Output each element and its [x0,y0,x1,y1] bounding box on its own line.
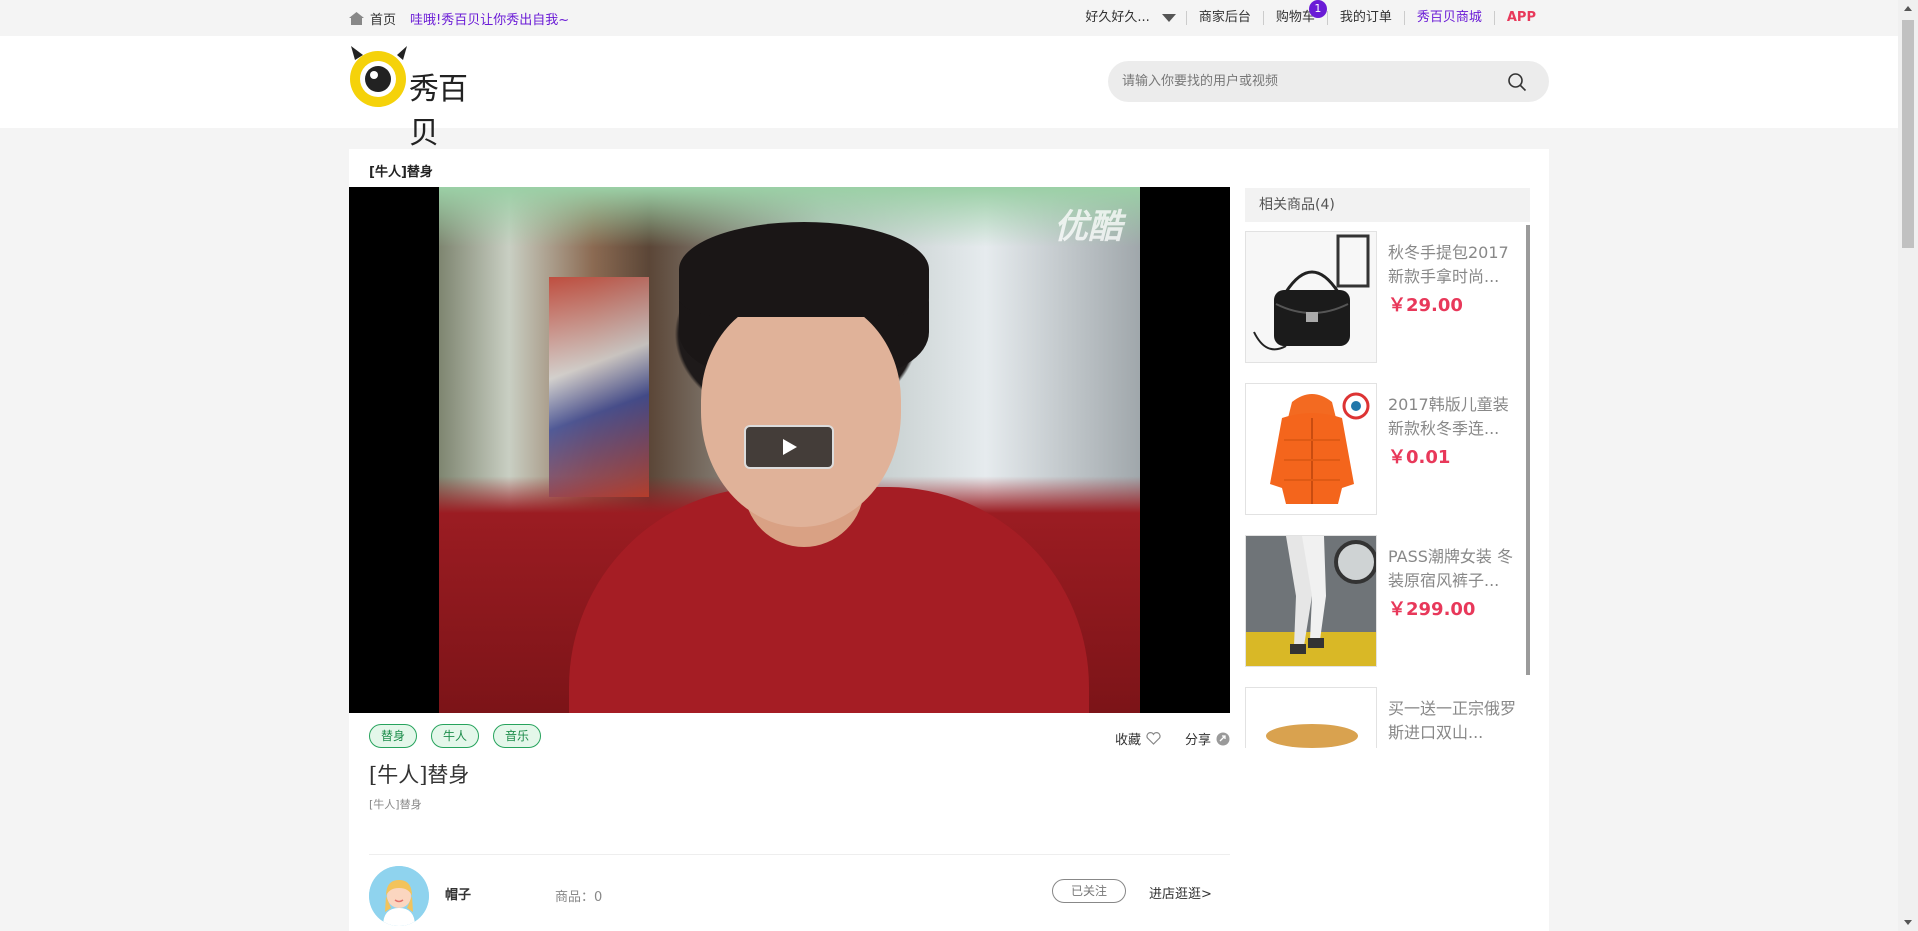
author-name[interactable]: 帽子 [445,884,471,903]
product-name: 买一送一正宗俄罗斯进口双山... [1388,699,1517,742]
related-products-scrollbar[interactable] [1526,225,1530,675]
user-name: 好久好久... [1085,10,1150,25]
cart-link[interactable]: 购物车 1 [1262,0,1327,25]
tag-item[interactable]: 牛人 [431,724,480,748]
video-watermark: 优酷 [1054,207,1122,247]
site-logo[interactable]: 秀百贝 [349,46,489,151]
favorite-label: 收藏 [1114,733,1141,748]
product-item[interactable]: 买一送一正宗俄罗斯进口双山... [1245,687,1525,748]
video-description: [牛人]替身 [369,798,422,811]
scroll-up-icon[interactable] [1904,6,1912,11]
site-header: 秀百贝 [0,36,1898,151]
top-bar: 首页 哇哦!秀百贝让你秀出自我~ 好久好久... 商家后台 购物车 1 我的订单… [0,0,1898,36]
top-bar-inner: 首页 哇哦!秀百贝让你秀出自我~ 好久好久... 商家后台 购物车 1 我的订单… [349,0,1548,36]
product-item[interactable]: PASS潮牌女装 冬装原宿风裤子... ￥299.00 [1245,535,1525,667]
follow-button[interactable]: 已关注 [1052,879,1126,903]
page-scrollbar[interactable] [1898,0,1918,931]
product-price: ￥299.00 [1388,599,1476,620]
product-price: ￥29.00 [1388,295,1463,316]
top-bar-left: 首页 哇哦!秀百贝让你秀出自我~ [349,0,569,36]
home-icon[interactable] [349,11,364,25]
product-thumbnail[interactable] [1245,535,1377,667]
mall-link[interactable]: 秀百贝商城 [1403,11,1494,25]
slogan-text: 哇哦!秀百贝让你秀出自我~ [410,12,570,28]
product-thumbnail[interactable] [1245,687,1377,748]
orange-jacket-image [1246,384,1376,514]
author-bar: 帽子 商品：0 已关注 进店逛逛> [369,866,1230,930]
video-detail-card: [牛人]替身 优酷 替身 牛人 音乐 收藏 分享 [牛人]替身 [牛人]替身 帽… [349,149,1549,931]
product-name: 2017韩版儿童装新款秋冬季连... [1388,395,1509,438]
favorite-button[interactable]: 收藏 [1115,729,1161,748]
related-products-list[interactable]: 秋冬手提包2017新款手拿时尚... ￥29.00 2017韩版儿童装新款秋冬季… [1245,222,1530,748]
product-item[interactable]: 秋冬手提包2017新款手拿时尚... ￥29.00 [1245,231,1525,363]
product-thumbnail[interactable] [1245,231,1377,363]
logo-text: 秀百贝 [409,72,468,151]
share-button[interactable]: 分享 [1185,729,1230,748]
product-thumbnail[interactable] [1245,383,1377,515]
tag-item[interactable]: 音乐 [493,724,542,748]
my-orders-link[interactable]: 我的订单 [1326,11,1404,25]
product-name: PASS潮牌女装 冬装原宿风裤子... [1388,547,1513,590]
share-label: 分享 [1184,733,1211,748]
share-icon [1216,732,1230,745]
product-item[interactable]: 2017韩版儿童装新款秋冬季连... ￥0.01 [1245,383,1525,515]
product-name: 秋冬手提包2017新款手拿时尚... [1388,243,1509,286]
top-bar-right: 好久好久... 商家后台 购物车 1 我的订单 秀百贝商城 APP [1073,0,1548,36]
tag-item[interactable]: 替身 [369,724,418,748]
logo-mascot-icon [350,46,407,107]
play-button[interactable] [744,425,834,469]
scrollbar-thumb[interactable] [1902,20,1914,248]
avatar-illustration-icon [369,866,429,926]
trousers-image [1246,536,1376,666]
video-player[interactable]: 优酷 [349,187,1230,713]
related-products-panel: 相关商品(4) 秋冬手提包2017新款手拿时尚... ￥29.00 2017韩版… [1245,188,1530,748]
avatar[interactable] [369,866,429,926]
home-link[interactable]: 首页 [370,9,396,28]
chevron-down-icon [1161,14,1176,22]
video-scene-face [701,297,901,527]
author-goods-count: 商品：0 [555,890,603,905]
search-icon[interactable] [1507,72,1527,92]
visit-shop-link[interactable]: 进店逛逛> [1149,883,1212,902]
divider [369,854,1230,855]
product-price: ￥0.01 [1388,447,1451,468]
video-breadcrumb-title: [牛人]替身 [369,165,433,180]
search-input[interactable] [1122,61,1492,102]
video-title: [牛人]替身 [369,763,470,787]
food-product-image [1246,688,1376,748]
video-tags: 替身 牛人 音乐 [369,724,542,748]
search-box [1108,61,1549,102]
handbag-image [1246,232,1376,362]
heart-icon [1146,732,1161,745]
seller-backend-link[interactable]: 商家后台 [1185,11,1263,25]
app-link[interactable]: APP [1493,11,1548,25]
play-icon [783,439,797,455]
related-products-header: 相关商品(4) [1245,188,1530,222]
video-scene-poster [549,277,649,497]
scroll-down-icon[interactable] [1904,920,1912,925]
cart-count-badge: 1 [1308,0,1327,18]
video-actions: 收藏 分享 [1091,729,1230,748]
user-menu[interactable]: 好久好久... [1073,11,1185,25]
